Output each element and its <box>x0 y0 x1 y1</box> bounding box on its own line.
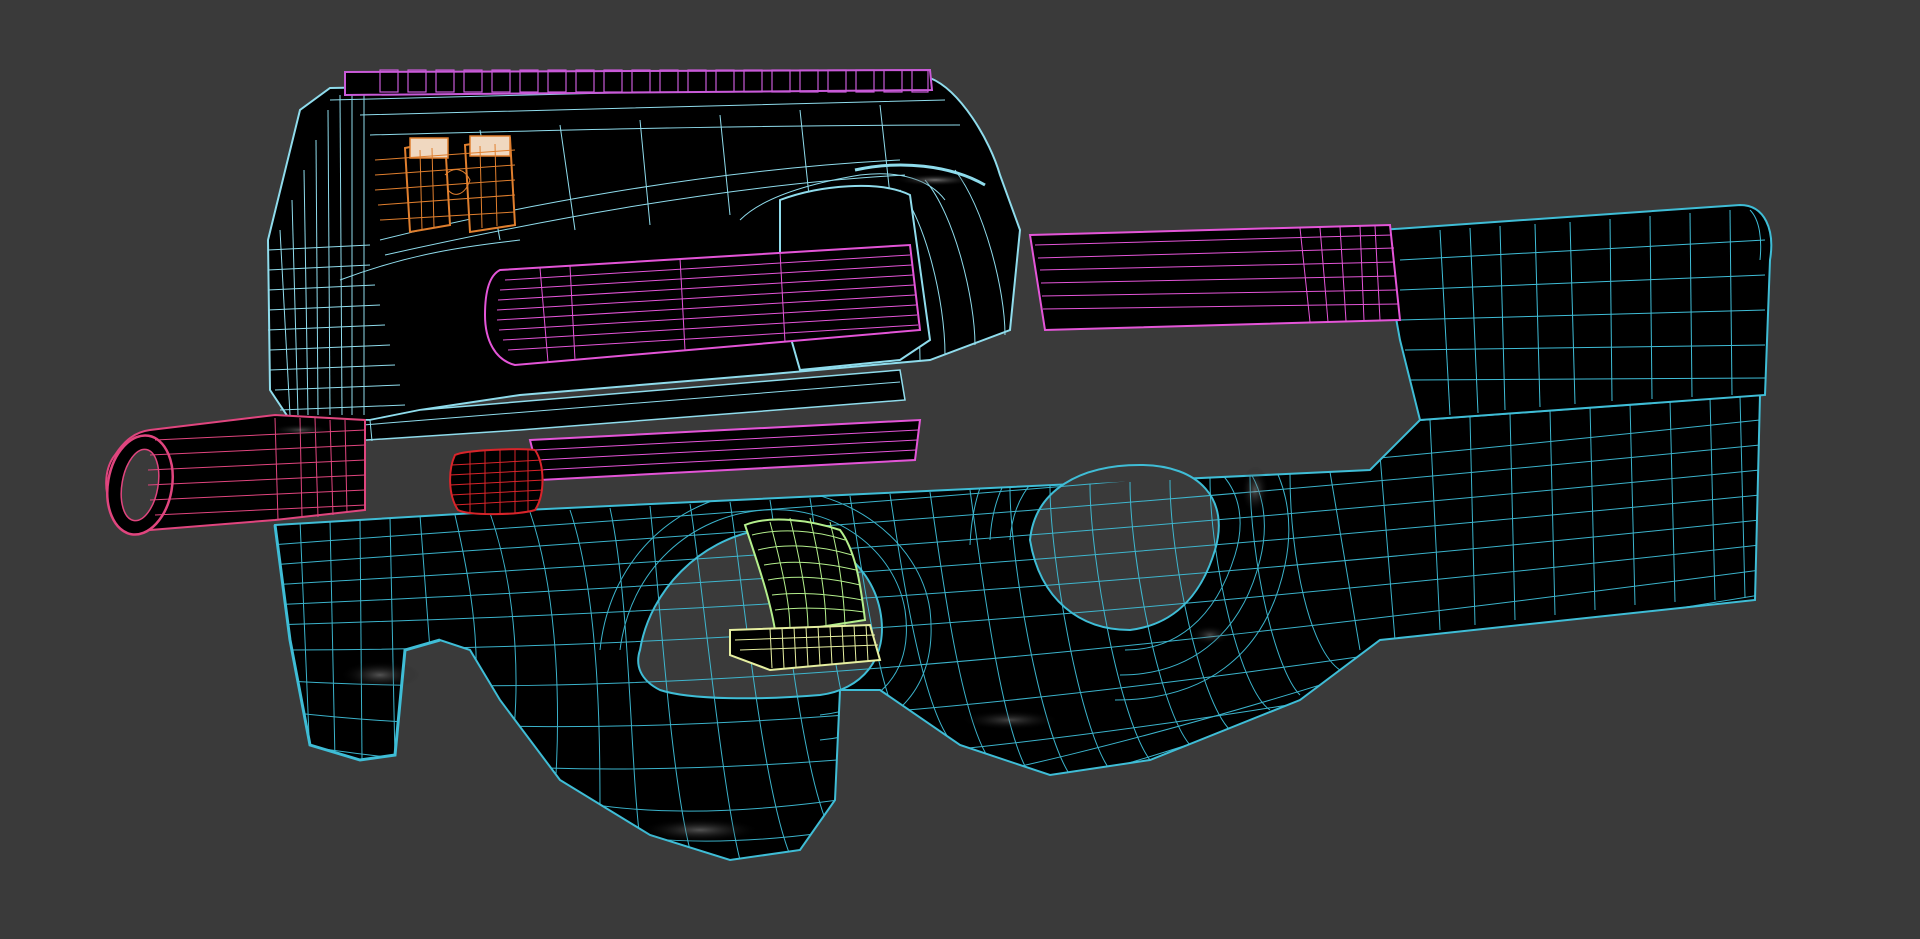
wireframe-scene[interactable] <box>0 0 1920 939</box>
charging-knob[interactable] <box>449 448 545 516</box>
top-rail[interactable] <box>344 68 934 97</box>
3d-viewport[interactable] <box>0 0 1920 939</box>
stock[interactable] <box>1378 203 1773 422</box>
